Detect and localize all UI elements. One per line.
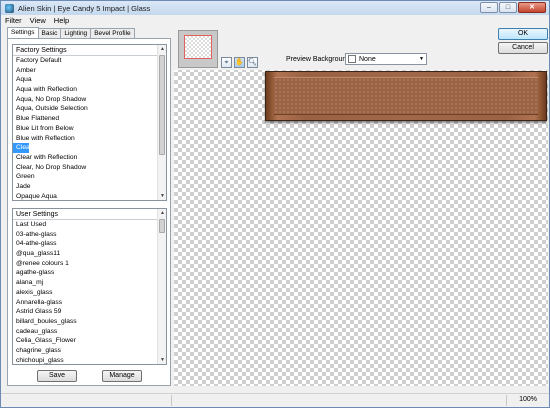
factory-settings-items: Factory Default Amber Aqua Aqua with Ref… <box>13 56 157 200</box>
list-item[interactable]: cadeau_glass <box>13 327 157 337</box>
scroll-up-icon[interactable]: ▲ <box>158 209 166 217</box>
list-item[interactable]: @renee colours 1 <box>13 259 157 269</box>
list-item[interactable]: chagrine_glass <box>13 346 157 356</box>
user-settings-items: Last Used 03-athe-glass 04-athe-glass @q… <box>13 220 157 364</box>
view-tools: ⌖ ✋ 🔍︎ <box>221 57 258 68</box>
factory-settings-header: Factory Settings <box>13 45 166 56</box>
tab-basic[interactable]: Basic <box>37 28 62 38</box>
user-settings-list[interactable]: User Settings Last Used 03-athe-glass 04… <box>12 208 167 365</box>
maximize-icon[interactable]: □ <box>499 2 517 13</box>
list-item[interactable]: Jade <box>13 182 157 192</box>
list-item[interactable]: Astrid Glass 59 <box>13 307 157 317</box>
glass-texture <box>274 77 538 115</box>
window-controls: – □ ✕ <box>480 2 546 13</box>
zoom-level: 100% <box>519 396 537 403</box>
list-item[interactable]: alexis_glass <box>13 288 157 298</box>
hand-tool-icon[interactable]: ✋ <box>234 57 245 68</box>
list-item[interactable]: Green <box>13 172 157 182</box>
list-item[interactable]: chichoupi_glass <box>13 356 157 364</box>
list-item[interactable]: Aqua <box>13 75 157 85</box>
menu-help[interactable]: Help <box>50 16 73 25</box>
zoom-tool-icon[interactable]: 🔍︎ <box>247 57 258 68</box>
menu-bar: Filter View Help <box>1 15 549 26</box>
background-swatch <box>348 55 356 63</box>
list-item[interactable]: Celia_Glass_Flower <box>13 336 157 346</box>
navigator-viewport[interactable] <box>184 35 212 59</box>
list-item[interactable]: Factory Default <box>13 56 157 66</box>
list-item[interactable]: Last Used <box>13 220 157 230</box>
minimize-icon[interactable]: – <box>480 2 498 13</box>
app-icon <box>5 3 14 13</box>
list-item[interactable]: alana_mj <box>13 278 157 288</box>
factory-settings-list[interactable]: Factory Settings Factory Default Amber A… <box>12 44 167 201</box>
list-item[interactable]: Opaque Aqua <box>13 192 157 200</box>
preview-background-value: None <box>359 55 376 63</box>
user-scrollbar[interactable]: ▲ ▼ <box>157 209 166 364</box>
list-item[interactable]: Annarella-glass <box>13 298 157 308</box>
tab-bevel-profile[interactable]: Bevel Profile <box>90 28 135 38</box>
preview-background-select[interactable]: None ▼ <box>345 53 427 65</box>
user-settings-header: User Settings <box>13 209 166 220</box>
ok-button[interactable]: OK <box>498 28 548 40</box>
menu-view[interactable]: View <box>26 16 50 25</box>
list-item[interactable]: Blue Flattened <box>13 114 157 124</box>
manage-button[interactable]: Manage <box>102 370 142 382</box>
list-item[interactable]: Clear, No Drop Shadow <box>13 163 157 173</box>
close-icon[interactable]: ✕ <box>518 2 546 13</box>
list-item[interactable]: Aqua, Outside Selection <box>13 104 157 114</box>
list-item[interactable]: agathe-glass <box>13 268 157 278</box>
list-item[interactable]: Aqua, No Drop Shadow <box>13 95 157 105</box>
preview-background-label: Preview Background: <box>286 56 353 63</box>
list-item[interactable]: @qua_glass11 <box>13 249 157 259</box>
glass-effect-preview <box>265 71 547 121</box>
list-item[interactable]: Clear with Reflection <box>13 153 157 163</box>
list-item[interactable]: 04-athe-glass <box>13 239 157 249</box>
status-bar: 100% <box>1 393 549 407</box>
zoom-reset-icon[interactable]: ⌖ <box>221 57 232 68</box>
factory-scrollbar[interactable]: ▲ ▼ <box>157 45 166 200</box>
list-item-selected[interactable]: Clear <box>13 143 29 153</box>
title-bar: Alien Skin | Eye Candy 5 Impact | Glass … <box>1 1 549 15</box>
scroll-thumb[interactable] <box>159 55 165 155</box>
list-item[interactable]: 03-athe-glass <box>13 230 157 240</box>
window-title: Alien Skin | Eye Candy 5 Impact | Glass <box>18 3 151 13</box>
list-item[interactable]: Blue Lit from Below <box>13 124 157 134</box>
tab-settings[interactable]: Settings <box>7 27 39 38</box>
scroll-down-icon[interactable]: ▼ <box>158 356 166 364</box>
tab-strip: Settings Basic Lighting Bevel Profile <box>7 27 135 38</box>
list-item[interactable]: Blue with Reflection <box>13 134 157 144</box>
cancel-button[interactable]: Cancel <box>498 42 548 54</box>
scroll-up-icon[interactable]: ▲ <box>158 45 166 53</box>
list-item[interactable]: billard_boules_glass <box>13 317 157 327</box>
list-item[interactable]: Amber <box>13 66 157 76</box>
save-button[interactable]: Save <box>37 370 77 382</box>
navigator-thumbnail[interactable] <box>178 30 218 68</box>
scroll-down-icon[interactable]: ▼ <box>158 192 166 200</box>
chevron-down-icon[interactable]: ▼ <box>417 56 426 62</box>
list-item[interactable]: Aqua with Reflection <box>13 85 157 95</box>
status-divider <box>506 395 507 406</box>
tab-lighting[interactable]: Lighting <box>60 28 92 38</box>
scroll-thumb[interactable] <box>159 219 165 233</box>
menu-filter[interactable]: Filter <box>1 16 26 25</box>
app-window: Alien Skin | Eye Candy 5 Impact | Glass … <box>0 0 550 408</box>
status-divider <box>171 395 172 406</box>
